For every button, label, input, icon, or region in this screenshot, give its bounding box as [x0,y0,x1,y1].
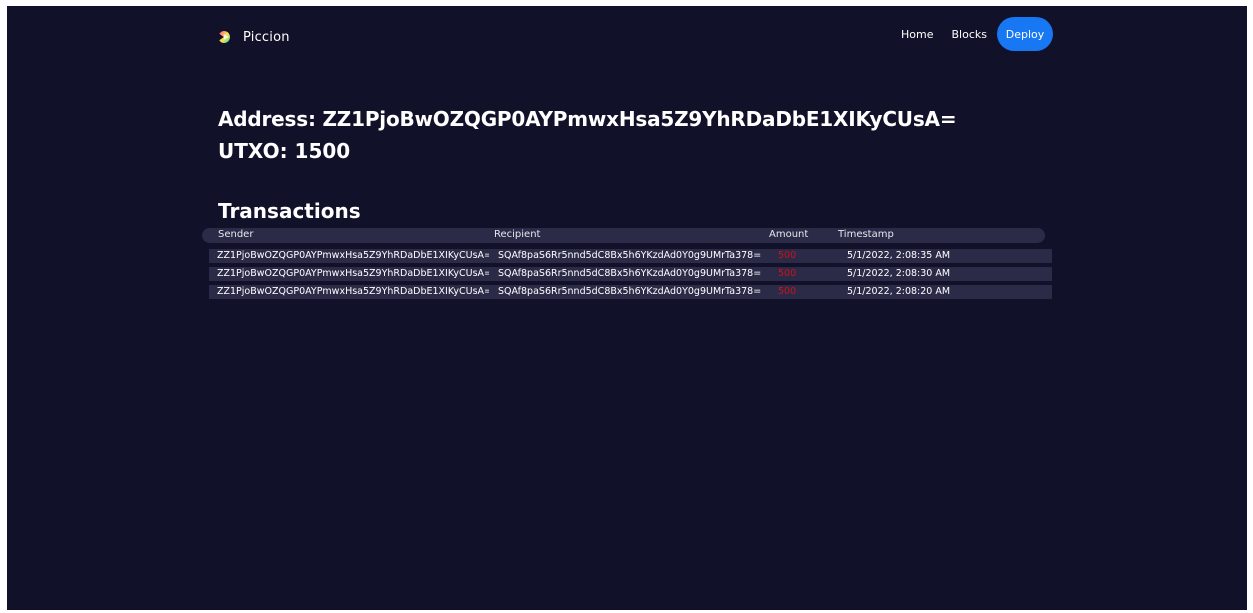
column-header-sender: Sender [218,229,254,240]
cell-sender: ZZ1PjoBwOZQGP0AYPmwxHsa5Z9YhRDaDbE1XIKyC… [217,268,489,279]
table-row[interactable]: ZZ1PjoBwOZQGP0AYPmwxHsa5Z9YhRDaDbE1XIKyC… [209,249,1052,263]
table-row[interactable]: ZZ1PjoBwOZQGP0AYPmwxHsa5Z9YhRDaDbE1XIKyC… [209,285,1052,299]
cell-sender: ZZ1PjoBwOZQGP0AYPmwxHsa5Z9YhRDaDbE1XIKyC… [217,250,489,261]
nav-home-link[interactable]: Home [901,28,933,41]
cell-timestamp: 5/1/2022, 2:08:20 AM [847,286,951,297]
deploy-button[interactable]: Deploy [997,17,1053,51]
cell-timestamp: 5/1/2022, 2:08:35 AM [847,250,951,261]
table-row[interactable]: ZZ1PjoBwOZQGP0AYPmwxHsa5Z9YhRDaDbE1XIKyC… [209,267,1052,281]
cell-amount: 500 [778,268,797,279]
cell-timestamp: 5/1/2022, 2:08:30 AM [847,268,951,279]
cell-sender: ZZ1PjoBwOZQGP0AYPmwxHsa5Z9YhRDaDbE1XIKyC… [217,286,489,297]
wallet-utxo: UTXO: 1500 [218,139,351,163]
brand-name: Piccion [243,29,290,45]
top-nav: Home Blocks Deploy [901,17,1053,51]
cell-recipient: SQAf8paS6Rr5nnd5dC8Bx5h6YKzdAd0Y0g9UMrTa… [498,250,762,261]
column-header-recipient: Recipient [494,229,541,240]
cell-amount: 500 [778,286,797,297]
nav-blocks-link[interactable]: Blocks [952,28,987,41]
brand-logo[interactable]: Piccion [217,27,290,47]
cell-recipient: SQAf8paS6Rr5nnd5dC8Bx5h6YKzdAd0Y0g9UMrTa… [498,286,762,297]
wallet-address: Address: ZZ1PjoBwOZQGP0AYPmwxHsa5Z9YhRDa… [218,107,957,131]
column-header-timestamp: Timestamp [838,229,894,240]
transactions-table-header: Sender Recipient Amount Timestamp [202,228,1045,243]
column-header-amount: Amount [769,229,809,240]
cell-recipient: SQAf8paS6Rr5nnd5dC8Bx5h6YKzdAd0Y0g9UMrTa… [498,268,762,279]
transactions-title: Transactions [218,199,361,223]
cell-amount: 500 [778,250,797,261]
piccion-logo-icon [219,31,230,43]
app-window: Piccion Home Blocks Deploy Address: ZZ1P… [7,6,1247,610]
